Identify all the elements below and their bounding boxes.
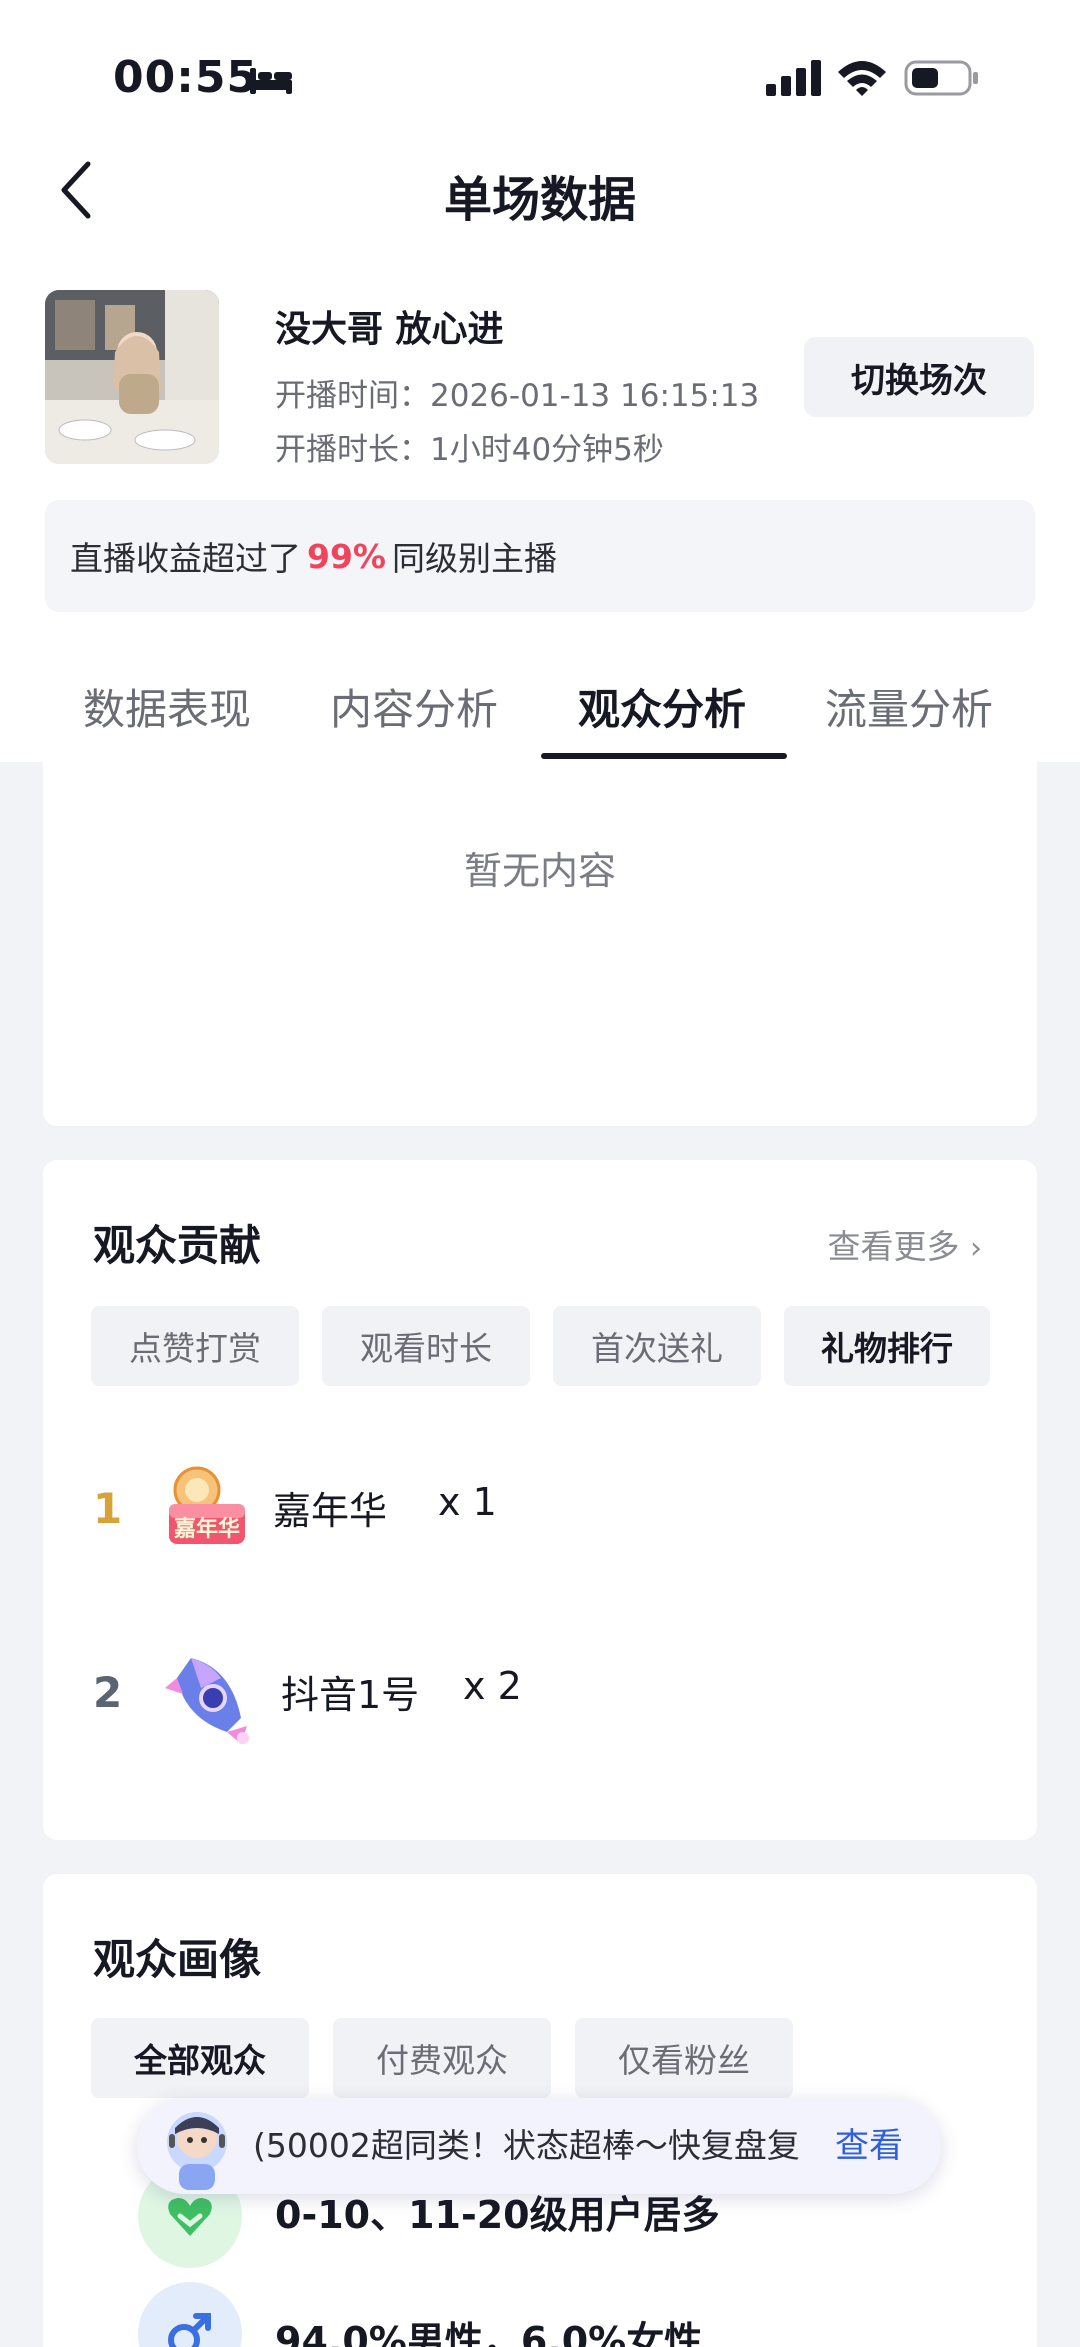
gift-name: 抖音1号 <box>281 1673 420 1717</box>
anchor-name: 没大哥 放心进 <box>275 309 504 350</box>
empty-state-text: 暂无内容 <box>463 849 616 893</box>
notification-toast[interactable]: (50002超同类！状态超棒～快复盘复 查看 <box>137 2098 941 2194</box>
wifi-icon <box>838 61 886 96</box>
rank-number: 2 <box>93 1668 123 1717</box>
contribution-title: 观众贡献 <box>93 1221 262 1270</box>
empty-content-card: 暂无内容 <box>43 762 1037 1126</box>
audience-contribution-card: 观众贡献 查看更多 › 点赞打赏 观看时长 首次送礼 礼物排行 1 嘉年华 嘉年… <box>43 1160 1037 1840</box>
battery-icon <box>904 60 978 96</box>
status-time: 00:55 <box>113 52 259 103</box>
gender-stat-text: 94.0%男性，6.0%女性 <box>275 2319 703 2347</box>
rank-percent: 99% <box>307 536 386 576</box>
tab-data-performance[interactable]: 数据表现 <box>83 676 251 737</box>
chip-likes-tips[interactable]: 点赞打赏 <box>91 1306 299 1386</box>
active-tab-indicator <box>541 753 787 759</box>
chip-first-gift[interactable]: 首次送礼 <box>553 1306 761 1386</box>
tab-content-analysis[interactable]: 内容分析 <box>330 676 498 737</box>
rank-banner-suffix: 同级别主播 <box>392 539 557 578</box>
stream-cover-image[interactable] <box>45 290 219 464</box>
carnival-gift-icon: 嘉年华 <box>169 1466 245 1544</box>
cell-signal-icon <box>766 60 821 96</box>
page-title: 单场数据 <box>443 172 636 228</box>
gift-name: 嘉年华 <box>273 1489 388 1533</box>
portrait-title: 观众画像 <box>93 1935 262 1984</box>
tab-traffic-analysis[interactable]: 流量分析 <box>825 676 993 737</box>
assistant-avatar-icon <box>167 2112 227 2190</box>
gift-count: x 1 <box>438 1480 497 1524</box>
chevron-right-icon: › <box>970 1231 982 1266</box>
rank-banner-prefix: 直播收益超过了 <box>70 539 301 578</box>
switch-session-button[interactable]: 切换场次 <box>804 337 1034 417</box>
chip-fans-only[interactable]: 仅看粉丝 <box>575 2018 793 2098</box>
sleep-focus-icon <box>250 68 292 94</box>
chip-paying-audience[interactable]: 付费观众 <box>333 2018 551 2098</box>
gender-icon <box>138 2282 242 2347</box>
chip-gift-ranking[interactable]: 礼物排行 <box>784 1306 990 1386</box>
toast-message: (50002超同类！状态超棒～快复盘复 <box>253 2126 800 2165</box>
gift-count: x 2 <box>463 1664 522 1708</box>
top-panel: 00:55 单场数据 没大哥 放心进 开播时间：2026-01-13 16:15… <box>0 0 1080 762</box>
rocket-gift-icon <box>165 1658 249 1744</box>
earnings-rank-banner: 直播收益超过了 99% 同级别主播 <box>45 500 1035 612</box>
chip-all-audience[interactable]: 全部观众 <box>91 2018 309 2098</box>
stream-duration: 开播时长：1小时40分钟5秒 <box>275 432 664 468</box>
view-more-label: 查看更多 <box>827 1227 960 1266</box>
svg-text:嘉年华: 嘉年华 <box>174 1516 240 1542</box>
chip-watch-time[interactable]: 观看时长 <box>322 1306 530 1386</box>
tab-audience-analysis[interactable]: 观众分析 <box>578 676 746 737</box>
toast-view-link[interactable]: 查看 <box>835 2098 903 2194</box>
view-more-link[interactable]: 查看更多 › <box>828 1220 983 1268</box>
start-time: 开播时间：2026-01-13 16:15:13 <box>275 378 760 414</box>
rank-number: 1 <box>93 1484 123 1533</box>
